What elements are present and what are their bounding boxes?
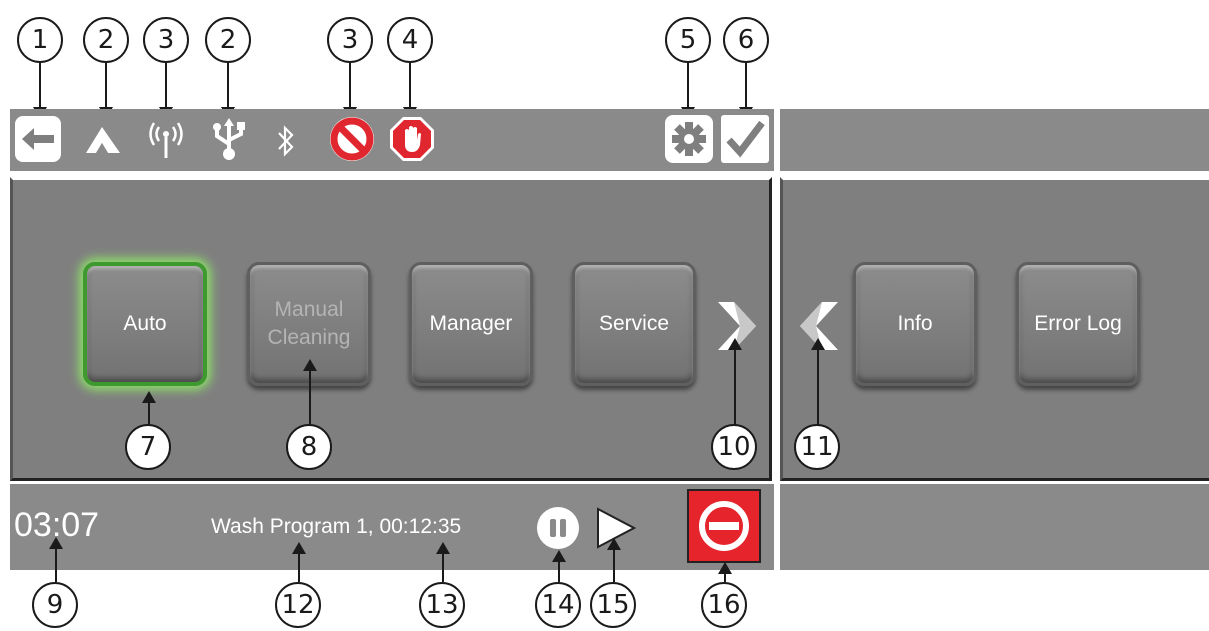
callout-3: 3 [143,17,189,63]
info-button[interactable]: Info [853,262,977,386]
error-log-button[interactable]: Error Log [1016,262,1140,386]
callout-12: 12 [275,582,321,628]
stop-hand-icon [388,115,436,163]
callout-2-line [105,63,107,107]
callout-14-arrowhead [552,550,566,562]
callout-14-line [558,560,560,582]
callout-7: 7 [125,424,171,470]
callout-11-arrowhead [811,338,825,350]
callout-1: 1 [17,17,63,63]
callout-1-line [39,63,41,107]
callout-5-line [687,63,689,107]
main-menu-panel-page2 [780,177,1209,481]
callout-3b-line [349,63,351,107]
callout-8-line [309,370,311,426]
callout-15: 15 [590,582,636,628]
callout-15-line [613,548,615,582]
auto-button[interactable]: Auto [83,262,207,386]
usb-icon [209,116,249,162]
callout-15-arrowhead [607,538,621,550]
callout-4-line [409,63,411,107]
status-bar-page2 [780,109,1209,171]
callout-6-line [745,63,747,107]
callout-16: 16 [701,582,747,628]
callout-10-arrowhead [728,338,742,350]
back-icon[interactable] [14,115,62,163]
callout-14: 14 [535,582,581,628]
callout-11: 11 [794,424,840,470]
bluetooth-icon [272,122,300,160]
pause-icon[interactable] [536,506,580,550]
network-icon [84,120,124,160]
manual-cleaning-label: Manual Cleaning [267,298,351,349]
callout-3b: 3 [327,17,373,63]
callout-2b-line [227,63,229,107]
callout-10: 10 [711,424,757,470]
callout-8: 8 [286,424,332,470]
callout-13: 13 [419,582,465,628]
callout-11-line [817,348,819,426]
callout-2: 2 [83,17,129,63]
gear-icon[interactable] [664,114,714,164]
stop-minus-icon[interactable] [686,488,762,564]
callout-9-line [55,546,57,582]
prohibited-icon [328,115,376,163]
manager-button[interactable]: Manager [409,262,533,386]
service-button[interactable]: Service [572,262,696,386]
callout-10-line [734,348,736,426]
check-icon[interactable] [720,114,770,164]
callout-4: 4 [387,17,433,63]
callout-13-arrowhead [436,542,450,554]
callout-16-arrowhead [718,562,732,574]
wireless-icon [145,118,187,162]
bottom-status-bar-page2 [780,484,1209,570]
callout-9: 9 [32,582,78,628]
callout-6: 6 [723,17,769,63]
callout-12-line [298,551,300,582]
callout-13-line [442,551,444,582]
callout-3-line [165,63,167,107]
callout-7-arrowhead [142,391,156,403]
program-status: Wash Program 1, 00:12:35 [211,515,462,538]
callout-12-arrowhead [292,542,306,554]
callout-9-arrowhead [49,537,63,549]
callout-5: 5 [665,17,711,63]
callout-2b: 2 [205,17,251,63]
callout-8-arrowhead [303,359,317,371]
